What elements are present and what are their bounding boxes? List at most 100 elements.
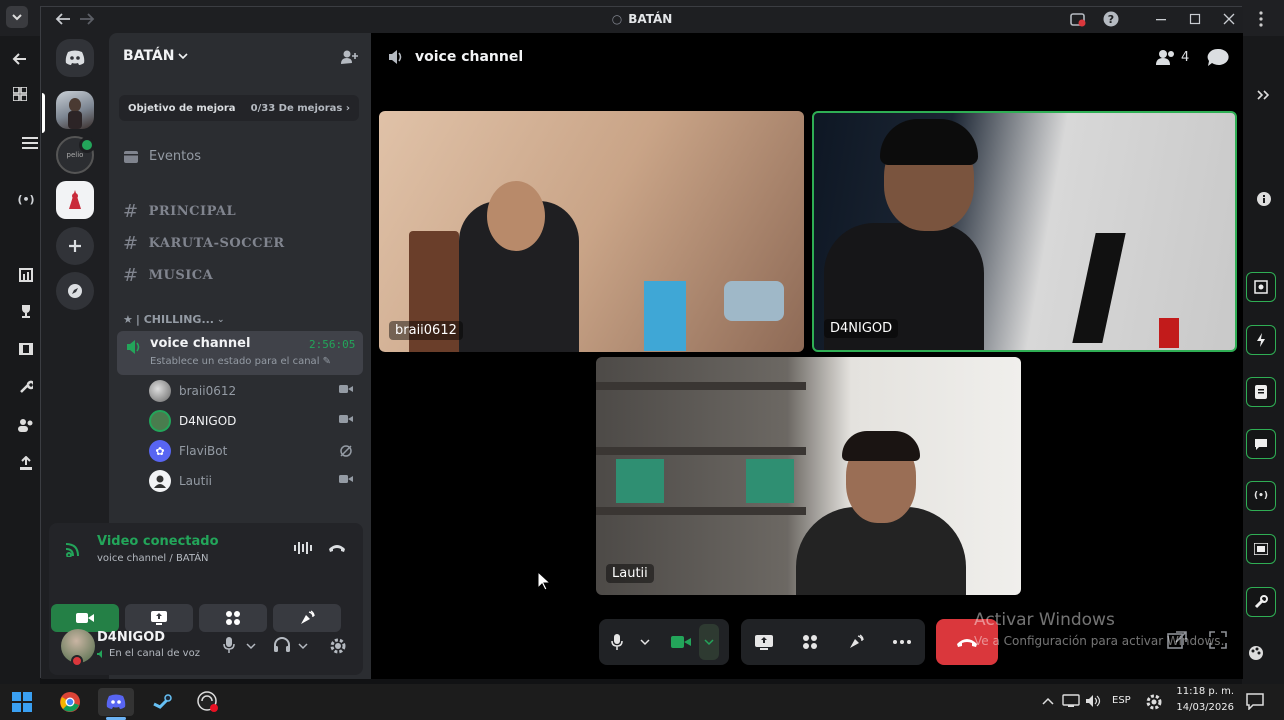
live-icon[interactable]: (•): [15, 188, 37, 210]
volume-icon[interactable]: [1085, 694, 1101, 708]
settings-gear-icon[interactable]: [329, 637, 347, 655]
upload-icon[interactable]: [15, 452, 37, 474]
channel-label: MUSICA: [148, 268, 214, 283]
category-label: | CHILLING...: [135, 313, 214, 326]
info-icon[interactable]: [1253, 188, 1275, 210]
share-screen-button[interactable]: [125, 604, 193, 632]
disconnect-icon[interactable]: [328, 541, 346, 553]
server-batan-icon[interactable]: [56, 91, 94, 129]
screen-share-icon: [755, 634, 773, 650]
notifications-icon[interactable]: [1246, 692, 1264, 710]
server-red-icon[interactable]: [56, 181, 94, 219]
mic-button[interactable]: [599, 624, 635, 660]
member-braii0612[interactable]: braii0612: [149, 378, 359, 404]
settings-gear-icon[interactable]: [1145, 693, 1163, 711]
more-vertical-icon[interactable]: [1250, 8, 1272, 30]
activities-icon: [803, 635, 817, 649]
camera-icon: [339, 475, 353, 483]
soundboard-button[interactable]: [836, 624, 876, 660]
camera-options-button[interactable]: [699, 624, 719, 660]
video-tile-lautii[interactable]: Lautii: [596, 357, 1021, 595]
mic-options-chevron-icon[interactable]: [246, 642, 256, 650]
add-server-button[interactable]: [56, 227, 94, 265]
channel-sidebar: BATÁN Objetivo de mejora 0/33 De mejoras…: [49, 33, 371, 679]
events-item[interactable]: Eventos: [123, 149, 201, 164]
trophy-icon[interactable]: [15, 300, 37, 322]
participants-button[interactable]: 4: [1156, 49, 1189, 65]
broadcast-icon[interactable]: (•): [1246, 481, 1276, 511]
category-chilling[interactable]: ★ | CHILLING... ⌄: [123, 313, 225, 326]
channel-status-row[interactable]: Establece un estado para el canal ✎: [150, 356, 331, 367]
back-arrow-icon[interactable]: [9, 48, 31, 70]
wrench-settings-icon[interactable]: [1246, 587, 1276, 617]
taskbar-chrome[interactable]: [52, 688, 88, 716]
connection-channel-link[interactable]: voice channel / BATÁN: [97, 553, 209, 564]
activities-button[interactable]: [199, 604, 267, 632]
member-name: Lautii: [179, 474, 213, 488]
audio-options-chevron-icon[interactable]: [298, 642, 308, 650]
camera-toggle-button[interactable]: [51, 604, 119, 632]
channel-principal[interactable]: # PRINCIPAL: [123, 201, 236, 222]
wrench-icon[interactable]: [15, 376, 37, 398]
connection-status-title: Video conectado: [97, 534, 219, 549]
windows-logo-icon: [12, 692, 32, 712]
activities-button[interactable]: [790, 624, 830, 660]
voice-channel-item[interactable]: voice channel 2:56:05 Establece un estad…: [117, 331, 363, 375]
mic-options-button[interactable]: [635, 624, 655, 660]
title-bar: ○ BATÁN ?: [41, 7, 1243, 33]
chevron-down-icon[interactable]: [6, 6, 28, 28]
video-tile-d4nigod[interactable]: D4NIGOD: [812, 111, 1237, 352]
input-language[interactable]: ESP: [1112, 695, 1131, 706]
clock-date[interactable]: 14/03/2026: [1172, 702, 1234, 713]
server-header[interactable]: BATÁN: [123, 48, 189, 64]
help-icon[interactable]: ?: [1103, 11, 1119, 27]
voice-channel-name: voice channel: [150, 336, 251, 351]
chevron-up-icon[interactable]: [1042, 697, 1054, 705]
explore-compass-icon[interactable]: [56, 272, 94, 310]
member-flavibot[interactable]: ✿ FlaviBot: [149, 438, 359, 464]
avatar: ✿: [149, 440, 171, 462]
video-tile-braii0612[interactable]: braii0612: [379, 111, 804, 352]
film-icon[interactable]: [15, 338, 37, 360]
chart-icon[interactable]: [15, 264, 37, 286]
member-d4nigod[interactable]: D4NIGOD: [149, 408, 359, 434]
close-icon[interactable]: [1223, 13, 1235, 25]
headphones-icon[interactable]: [273, 637, 291, 653]
lightning-icon[interactable]: [1246, 325, 1276, 355]
camera-icon: [339, 385, 353, 393]
start-button[interactable]: [4, 688, 40, 716]
clock-time[interactable]: 11:18 p. m.: [1172, 686, 1234, 697]
double-chevron-right-icon[interactable]: [1252, 84, 1274, 106]
member-lautii[interactable]: Lautii: [149, 468, 359, 494]
share-screen-button[interactable]: [744, 624, 784, 660]
audio-video-controls: [599, 619, 729, 665]
document-icon[interactable]: [1246, 377, 1276, 407]
taskbar-discord[interactable]: [98, 688, 134, 716]
camera-icon: [76, 613, 94, 623]
layout-icon[interactable]: [1246, 534, 1276, 564]
palette-icon[interactable]: [1245, 642, 1267, 664]
microphone-icon[interactable]: [223, 637, 235, 653]
discord-home-button[interactable]: [56, 39, 94, 77]
minimize-icon[interactable]: [1155, 13, 1167, 25]
noise-suppression-icon[interactable]: [293, 541, 313, 555]
grid-icon[interactable]: [9, 83, 31, 105]
camera-target-icon[interactable]: [1246, 272, 1276, 302]
chat-bubble-icon[interactable]: [1246, 429, 1276, 459]
camera-button[interactable]: [663, 624, 699, 660]
maximize-icon[interactable]: [1189, 13, 1201, 25]
taskbar-steam[interactable]: [144, 688, 180, 716]
invite-user-icon[interactable]: [340, 49, 358, 65]
boost-goal-bar[interactable]: Objetivo de mejora 0/33 De mejoras ›: [119, 95, 359, 121]
users-icon[interactable]: [15, 414, 37, 436]
inbox-alert-icon[interactable]: [1070, 12, 1086, 28]
menu-icon[interactable]: [19, 132, 41, 154]
soundboard-button[interactable]: [273, 604, 341, 632]
channel-karuta-soccer[interactable]: # KARUTA-SOCCER: [123, 233, 285, 254]
chat-bubble-icon[interactable]: [1207, 48, 1229, 68]
server-name: BATÁN: [123, 48, 175, 64]
taskbar-obs[interactable]: [190, 688, 226, 716]
channel-musica[interactable]: # MUSICA: [123, 265, 213, 286]
network-icon[interactable]: [1062, 694, 1080, 708]
more-options-button[interactable]: [882, 624, 922, 660]
